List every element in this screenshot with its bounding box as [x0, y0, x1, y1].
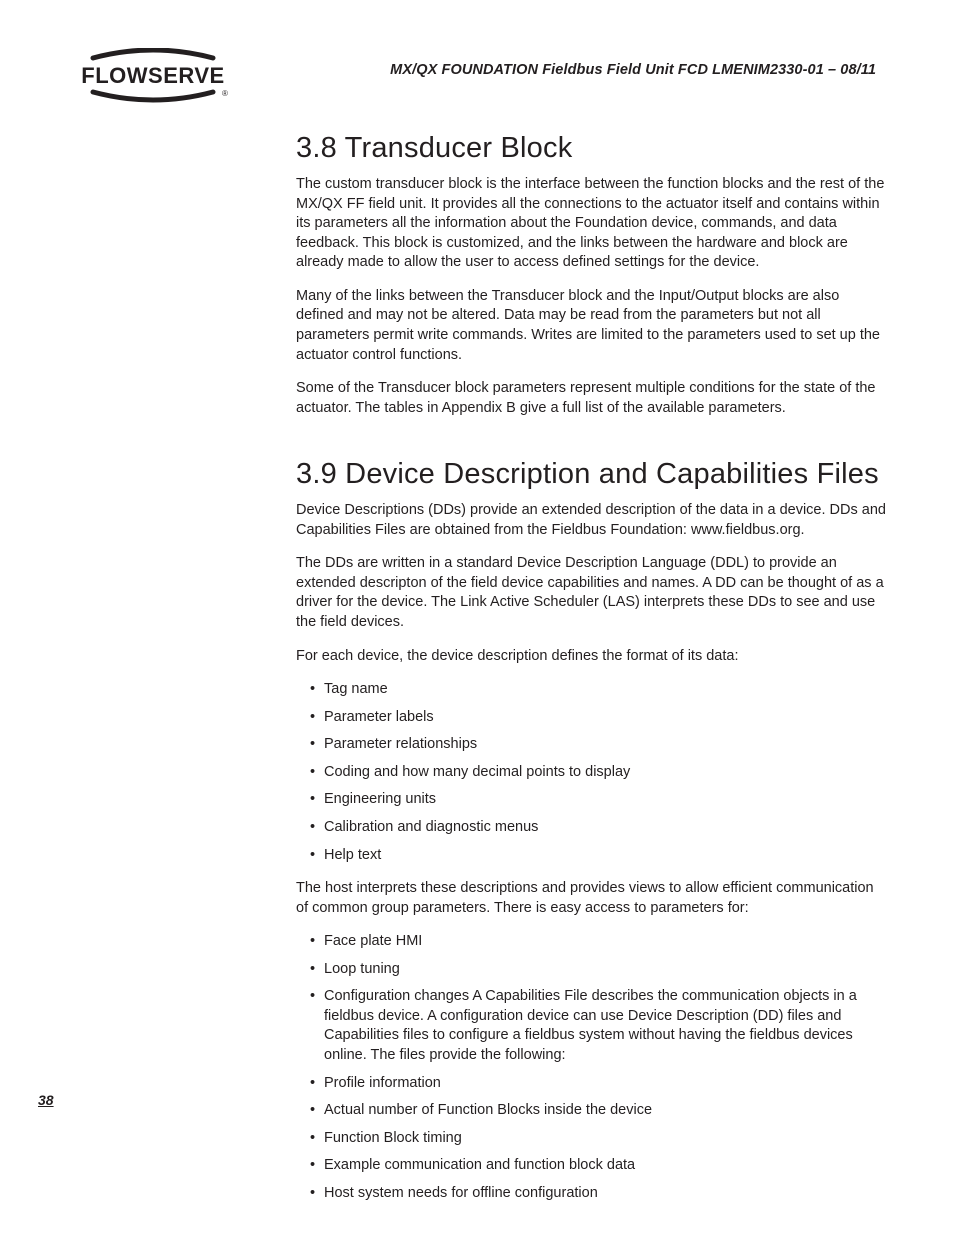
para-3-9-4: The host interprets these descriptions a…	[296, 879, 886, 918]
list-item: Example communication and function block…	[296, 1156, 886, 1176]
heading-3-8: 3.8 Transducer Block	[296, 132, 886, 165]
list-3-9-a: Tag name Parameter labels Parameter relati…	[296, 680, 886, 865]
logo-text-svg: FLOWSERVE	[81, 63, 224, 88]
page: FLOWSERVE ® MX/QX FOUNDATION Fieldbus Fi…	[0, 0, 954, 1235]
flowserve-logo: FLOWSERVE ®	[78, 48, 228, 103]
para-3-9-3: For each device, the device description …	[296, 647, 886, 667]
heading-3-9: 3.9 Device Description and Capabilities …	[296, 458, 886, 491]
list-item: Help text	[296, 846, 886, 866]
list-item: Profile information	[296, 1074, 886, 1094]
list-item: Configuration changes A Capabilities Fil…	[296, 987, 886, 1065]
list-item: Host system needs for offline configurat…	[296, 1184, 886, 1204]
list-3-9-b: Face plate HMI Loop tuning Configuration c…	[296, 932, 886, 1203]
list-item: Calibration and diagnostic menus	[296, 818, 886, 838]
list-item: Function Block timing	[296, 1129, 886, 1149]
para-3-8-3: Some of the Transducer block parameters …	[296, 379, 886, 418]
list-item: Tag name	[296, 680, 886, 700]
list-item: Loop tuning	[296, 960, 886, 980]
list-item: Parameter labels	[296, 708, 886, 728]
page-number: 38	[38, 1092, 54, 1108]
svg-text:®: ®	[222, 89, 228, 98]
para-3-9-1: Device Descriptions (DDs) provide an ext…	[296, 501, 886, 540]
para-3-9-2: The DDs are written in a standard Device…	[296, 554, 886, 632]
para-3-8-2: Many of the links between the Transducer…	[296, 287, 886, 365]
list-item: Coding and how many decimal points to di…	[296, 763, 886, 783]
list-item: Face plate HMI	[296, 932, 886, 952]
list-item: Engineering units	[296, 790, 886, 810]
para-3-8-1: The custom transducer block is the inter…	[296, 175, 886, 273]
document-header: MX/QX FOUNDATION Fieldbus Field Unit FCD…	[390, 62, 876, 78]
content-column: 3.8 Transducer Block The custom transduc…	[296, 132, 886, 1217]
list-item: Parameter relationships	[296, 735, 886, 755]
list-item: Actual number of Function Blocks inside …	[296, 1101, 886, 1121]
